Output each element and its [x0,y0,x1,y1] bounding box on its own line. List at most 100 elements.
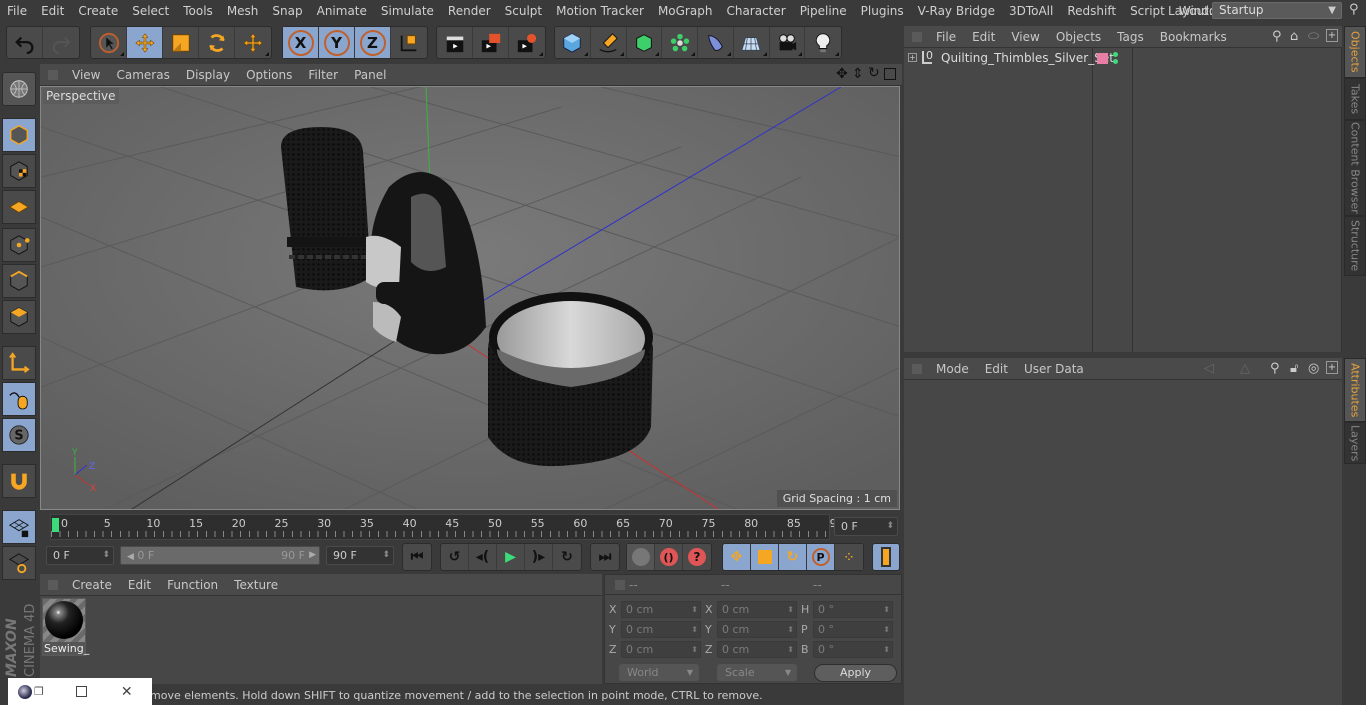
polygons-mode-button[interactable] [2,300,36,334]
lock-icon[interactable]: 🔓︎ [1290,361,1298,376]
render-view-button[interactable] [437,27,473,58]
coord-field[interactable]: 0 ° ⬍ [813,601,893,618]
timeline-ruler[interactable]: 051015202530354045505560657075808590 [50,514,844,540]
search-icon[interactable]: ⚲ [1272,29,1282,44]
undo-button[interactable] [7,27,43,58]
panel-grip-icon[interactable] [912,363,922,374]
thimble-model-1[interactable] [281,127,371,291]
object-row[interactable]: + 0 Quilting_Thimbles_Silver_Set [904,50,1341,70]
panel-grip-icon[interactable] [48,579,58,590]
object-name[interactable]: Quilting_Thimbles_Silver_Set [941,51,1114,65]
goto-end-button[interactable]: ⏭ [591,544,619,570]
menu-motion-tracker[interactable]: Motion Tracker [549,4,651,18]
key-position-button[interactable]: ✥ [723,544,751,570]
menu-3dtoall[interactable]: 3DToAll [1002,4,1060,18]
key-param-button[interactable]: P [807,544,835,570]
object-menu-bookmarks[interactable]: Bookmarks [1152,30,1235,44]
coord-field[interactable]: 0 ° ⬍ [813,641,893,658]
floor-button[interactable] [734,27,770,58]
lock-workplane-button[interactable] [2,510,36,544]
render-visibility-dot[interactable] [1113,59,1118,64]
cloner-button[interactable] [662,27,698,58]
restore-icon[interactable]: ❐ [34,685,44,698]
camera-button[interactable] [770,27,806,58]
viewport-menu-filter[interactable]: Filter [300,68,346,82]
render-settings-button[interactable] [509,27,545,58]
panel-grip-icon[interactable] [912,31,922,42]
viewport-menu-view[interactable]: View [64,68,108,82]
timeline-window-button[interactable] [873,544,899,570]
edges-mode-button[interactable] [2,264,36,298]
pen-spline-button[interactable] [591,27,627,58]
menu-simulate[interactable]: Simulate [374,4,441,18]
object-menu-objects[interactable]: Objects [1048,30,1109,44]
cinema4d-app-icon[interactable] [18,684,32,699]
model-mode-button[interactable] [2,118,36,152]
render-picture-viewer-button[interactable] [473,27,509,58]
menu-snap[interactable]: Snap [265,4,309,18]
layout-select[interactable]: Startup ▼ [1212,2,1342,19]
target-icon[interactable]: ◎ [1308,361,1319,376]
points-mode-button[interactable] [2,228,36,262]
new-panel-icon[interactable]: + [1326,29,1338,42]
prev-key-button[interactable]: ↺ [441,544,469,570]
goto-start-button[interactable]: ⏮ [403,544,431,570]
viewport-perspective[interactable]: Y Z X Perspective Grid Spacing : 1 cm [40,86,900,510]
menu-mesh[interactable]: Mesh [220,4,266,18]
viewport-menu-display[interactable]: Display [178,68,238,82]
start-frame-field[interactable]: 0 F ⬍ [46,546,114,565]
maximize-icon[interactable] [75,686,87,697]
layer-color-tag[interactable] [1097,53,1108,64]
x-axis-button[interactable]: X [283,27,319,58]
next-key-button[interactable]: ↻ [553,544,581,570]
play-button[interactable]: ▶ [497,544,525,570]
transform-tool-button[interactable] [235,27,271,58]
menu-tools[interactable]: Tools [176,4,220,18]
rotate-tool-button[interactable] [199,27,235,58]
menu-plugins[interactable]: Plugins [854,4,911,18]
up-arrow-icon[interactable]: △ [1240,361,1250,376]
viewport-menu-options[interactable]: Options [238,68,300,82]
key-pla-button[interactable]: ⁘ [835,544,863,570]
tab-takes[interactable]: Takes [1344,78,1366,120]
attr-menu-mode[interactable]: Mode [928,362,977,376]
menu-render[interactable]: Render [441,4,498,18]
thimble-ring-model[interactable] [488,292,653,467]
z-axis-button[interactable]: Z [355,27,391,58]
move-tool-button[interactable] [127,27,163,58]
menu-animate[interactable]: Animate [310,4,374,18]
camera-label[interactable]: Perspective [43,88,119,104]
tab-attributes[interactable]: Attributes [1344,358,1366,422]
viewport-menu-cameras[interactable]: Cameras [108,68,177,82]
playhead[interactable] [52,518,59,532]
menu-mograph[interactable]: MoGraph [651,4,720,18]
rotate-view-icon[interactable]: ↻ [868,65,880,81]
zoom-view-icon[interactable]: ⇕ [852,66,864,82]
object-menu-tags[interactable]: Tags [1109,30,1152,44]
cube-button[interactable] [555,27,591,58]
tab-objects[interactable]: Objects [1344,26,1366,78]
key-scale-button[interactable] [751,544,779,570]
scale-tool-button[interactable] [163,27,199,58]
prev-frame-button[interactable]: ◂( [469,544,497,570]
attr-menu-edit[interactable]: Edit [977,362,1016,376]
back-arrow-icon[interactable]: ◁ [1204,361,1214,376]
menu-vray-bridge[interactable]: V-Ray Bridge [911,4,1002,18]
coord-field[interactable]: 0 ° ⬍ [813,621,893,638]
menu-select[interactable]: Select [125,4,176,18]
pan-view-icon[interactable]: ✥ [836,66,848,82]
coord-field[interactable]: 0 cm ⬍ [621,621,701,638]
material-menu-texture[interactable]: Texture [226,578,286,592]
snap-button[interactable]: S [2,418,36,452]
current-frame-field[interactable]: 0 F ⬍ [834,517,898,536]
menu-redshift[interactable]: Redshift [1060,4,1123,18]
search-icon[interactable]: ⚲ [1270,361,1280,376]
search-icon[interactable]: ⚲ [1349,2,1359,17]
coord-field[interactable]: 0 cm ⬍ [621,601,701,618]
coord-field[interactable]: 0 cm ⬍ [717,621,797,638]
autokey-button[interactable]: () [655,544,683,570]
workplane-mode-button[interactable] [2,190,36,224]
make-editable-button[interactable] [2,72,36,106]
tab-layers[interactable]: Layers [1344,422,1366,464]
panel-grip-icon[interactable] [48,69,58,80]
